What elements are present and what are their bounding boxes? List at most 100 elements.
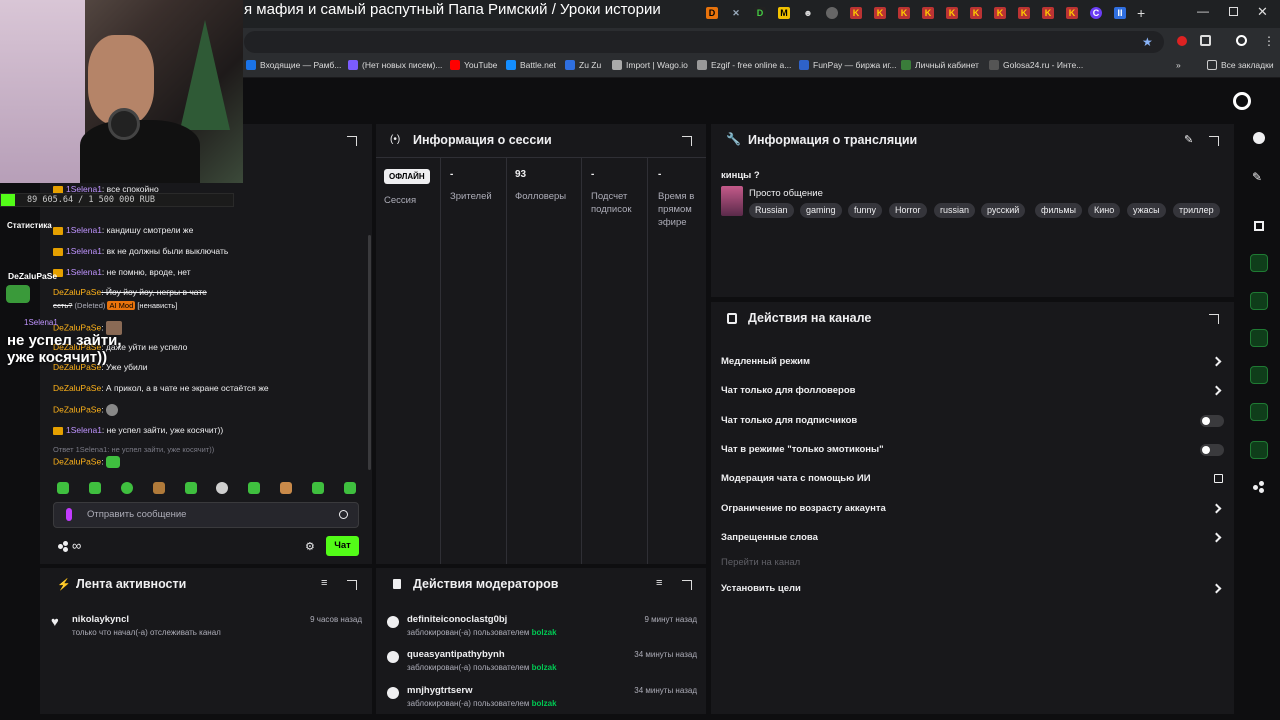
filter-icon[interactable]: ≡: [656, 577, 662, 589]
channel-points-value: ∞: [72, 538, 82, 553]
chat-message-deleted: DeZaluPaSe: Йоу йоу йоу, негры в чате: [53, 287, 207, 297]
mod-action-username[interactable]: mnjhygtrtserw: [407, 685, 472, 696]
category-thumbnail[interactable]: [721, 186, 743, 216]
chat-panel-button[interactable]: [1250, 329, 1268, 347]
bookmark-item[interactable]: Zu Zu: [565, 60, 601, 70]
emote-button[interactable]: [248, 482, 260, 494]
active-tab-title[interactable]: я мафия и самый распутный Папа Римский /…: [244, 1, 661, 18]
external-link-icon[interactable]: [1214, 474, 1223, 483]
subscribers-only-toggle[interactable]: [1200, 415, 1224, 427]
stream-tag[interactable]: funny: [848, 203, 883, 218]
chat-message: 1Selena1: не успел зайти, уже косячит)): [53, 425, 223, 435]
lightning-panel-button[interactable]: [1250, 254, 1268, 272]
document-panel-button[interactable]: [1250, 292, 1268, 310]
set-goals-action[interactable]: Установить цели: [721, 583, 801, 594]
mod-action-time: 9 минут назад: [644, 615, 697, 624]
followers-only-action[interactable]: Чат только для фолловеров: [721, 385, 855, 396]
bookmark-item[interactable]: Личный кабинет: [901, 60, 979, 70]
emote-button[interactable]: [185, 482, 197, 494]
channel-points-panel-icon[interactable]: [1253, 481, 1265, 493]
bookmark-item[interactable]: Import | Wago.io: [612, 60, 688, 70]
bookmarks-overflow[interactable]: »: [1176, 60, 1181, 70]
stream-tag[interactable]: Horror: [889, 203, 927, 218]
session-popout-icon[interactable]: [682, 136, 692, 146]
mod-actions-title: Действия модераторов: [413, 577, 559, 591]
mod-actions-popout-icon[interactable]: [682, 580, 692, 590]
wrench-panel-button[interactable]: [1250, 441, 1268, 459]
emote-button[interactable]: [280, 482, 292, 494]
microphone-icon[interactable]: [66, 508, 72, 521]
bookmark-item[interactable]: Battle.net: [506, 60, 556, 70]
stream-tag[interactable]: русский: [981, 203, 1026, 218]
send-chat-button[interactable]: Чат: [326, 536, 359, 556]
emote-button[interactable]: [312, 482, 324, 494]
stream-tag[interactable]: Кино: [1088, 203, 1121, 218]
stream-tag[interactable]: Russian: [749, 203, 794, 218]
actions-panel-button[interactable]: [1250, 403, 1268, 421]
bookmark-item[interactable]: Входящие — Рамб...: [246, 60, 341, 70]
live-panel-button[interactable]: [1250, 366, 1268, 384]
emote-button[interactable]: [153, 482, 165, 494]
extensions-puzzle-icon[interactable]: [1200, 35, 1211, 46]
viewers-value: -: [450, 169, 454, 180]
channel-actions-popout-icon[interactable]: [1209, 314, 1219, 324]
bookmark-item[interactable]: (Нет новых писем)...: [348, 60, 442, 70]
all-bookmarks[interactable]: Все закладки: [1207, 60, 1274, 70]
chat-scrollbar[interactable]: [368, 235, 371, 470]
activity-popout-icon[interactable]: [347, 580, 357, 590]
account-age-action[interactable]: Ограничение по возрасту аккаунта: [721, 503, 886, 514]
stream-tag[interactable]: gaming: [800, 203, 842, 218]
kick-logo-icon[interactable]: [1233, 92, 1251, 110]
webcam-overlay: [0, 0, 243, 183]
edit-icon[interactable]: ✎: [1252, 170, 1262, 184]
edit-pencil-icon[interactable]: ✎: [1184, 133, 1193, 146]
filter-icon[interactable]: ≡: [321, 577, 327, 589]
ai-moderation-action[interactable]: Модерация чата с помощью ИИ: [721, 473, 871, 484]
mod-action-time: 34 минуты назад: [634, 686, 697, 695]
minimize-button[interactable]: —: [1197, 4, 1209, 18]
bookmark-star-icon[interactable]: ★: [1142, 35, 1153, 49]
emoji-picker-icon[interactable]: [339, 510, 348, 519]
channel-points-icon[interactable]: [58, 541, 70, 552]
chat-message: 1Selena1: кандишу смотрели же: [53, 225, 193, 235]
stream-tag[interactable]: фильмы: [1035, 203, 1083, 218]
stream-info-title: Информация о трансляции: [748, 133, 918, 147]
chat-popout-icon[interactable]: [347, 136, 357, 146]
mod-action-username[interactable]: queasyantipathybynh: [407, 649, 505, 660]
new-tab-button[interactable]: +: [1137, 5, 1145, 21]
banned-words-action[interactable]: Запрещенные слова: [721, 532, 818, 543]
bookmark-item[interactable]: YouTube: [450, 60, 497, 70]
fullscreen-icon[interactable]: [1254, 221, 1264, 231]
mod-action-username[interactable]: definiteiconoclastg0bj: [407, 614, 507, 625]
stream-tag[interactable]: ужасы: [1127, 203, 1166, 218]
browser-menu-icon[interactable]: ⋮: [1263, 34, 1275, 48]
bookmark-item[interactable]: Ezgif - free online a...: [697, 60, 791, 70]
stream-tag[interactable]: триллер: [1173, 203, 1220, 218]
bookmark-item[interactable]: Golosa24.ru - Инте...: [989, 60, 1083, 70]
extension-icon[interactable]: [1177, 36, 1187, 46]
profile-icon[interactable]: [1236, 35, 1247, 46]
emote-button[interactable]: [57, 482, 69, 494]
emote-only-toggle[interactable]: [1200, 444, 1224, 456]
bookmark-item[interactable]: FunPay — биржа иг...: [799, 60, 897, 70]
info-icon[interactable]: [1253, 132, 1265, 144]
stream-tag[interactable]: russian: [934, 203, 976, 218]
chat-message: 1Selena1: вк не должны были выключать: [53, 246, 228, 256]
slow-mode-action[interactable]: Медленный режим: [721, 356, 810, 367]
go-to-channel-action[interactable]: Перейти на канал: [721, 557, 800, 568]
stream-title: кинцы ?: [721, 170, 760, 181]
maximize-button[interactable]: [1229, 7, 1238, 16]
chat-message: DeZaluPaSe:: [53, 404, 118, 416]
emote-button[interactable]: [344, 482, 356, 494]
stream-category[interactable]: Просто общение: [749, 188, 823, 199]
close-window-button[interactable]: ✕: [1257, 4, 1268, 20]
activity-username[interactable]: nikolaykyncl: [72, 614, 129, 625]
followers-value: 93: [515, 169, 527, 180]
emote-button[interactable]: [89, 482, 101, 494]
chat-settings-gear-icon[interactable]: ⚙: [305, 540, 315, 553]
url-input[interactable]: [244, 31, 1164, 53]
emote-button[interactable]: [121, 482, 133, 494]
stream-info-popout-icon[interactable]: [1209, 136, 1219, 146]
emote-button[interactable]: [216, 482, 228, 494]
right-toolbar: [1238, 124, 1280, 720]
